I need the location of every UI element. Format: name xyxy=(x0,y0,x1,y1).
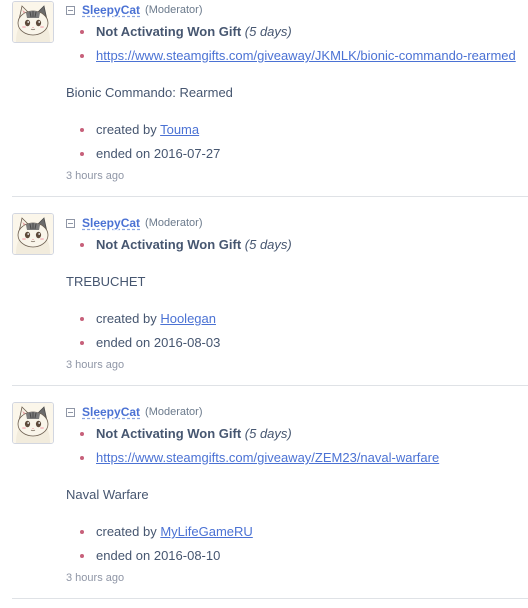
user-role: (Moderator) xyxy=(145,4,203,16)
username-link[interactable]: SleepyCat xyxy=(82,216,140,230)
timestamp[interactable]: 3 hours ago xyxy=(66,170,124,182)
bullet-dot-icon xyxy=(80,432,84,436)
user-role: (Moderator) xyxy=(145,217,203,229)
cat-avatar[interactable] xyxy=(12,402,54,444)
bullet-dot-icon xyxy=(80,554,84,558)
divider xyxy=(12,598,528,599)
divider xyxy=(12,385,528,386)
list-item: created by Touma xyxy=(80,118,220,142)
list-item: created by Hoolegan xyxy=(80,307,220,331)
details-list: created by Touma ended on 2016-07-27 xyxy=(80,118,220,166)
list-item: Not Activating Won Gift (5 days) xyxy=(80,20,516,44)
giveaway-link[interactable]: https://www.steamgifts.com/giveaway/ZEM2… xyxy=(96,450,439,465)
user-role: (Moderator) xyxy=(145,406,203,418)
cat-avatar[interactable] xyxy=(12,1,54,43)
reason-list: Not Activating Won Gift (5 days) xyxy=(80,233,292,257)
suspension-reason: Not Activating Won Gift xyxy=(96,24,242,39)
collapse-minus-icon[interactable] xyxy=(66,6,75,15)
bullet-dot-icon xyxy=(80,456,84,460)
details-list: created by MyLifeGameRU ended on 2016-08… xyxy=(80,520,253,568)
created-by-label: created by xyxy=(96,122,157,137)
game-title: Naval Warfare xyxy=(66,487,149,502)
suspension-length: (5 days) xyxy=(244,24,292,39)
username-link[interactable]: SleepyCat xyxy=(82,405,140,419)
collapse-minus-icon[interactable] xyxy=(66,408,75,417)
created-by-label: created by xyxy=(96,311,157,326)
game-title: Bionic Commando: Rearmed xyxy=(66,85,233,100)
ended-date: ended on 2016-08-03 xyxy=(96,335,221,350)
creator-link[interactable]: MyLifeGameRU xyxy=(160,524,252,539)
ended-date: ended on 2016-07-27 xyxy=(96,146,221,161)
bullet-dot-icon xyxy=(80,341,84,345)
suspension-reason: Not Activating Won Gift xyxy=(96,426,242,441)
suspension-length: (5 days) xyxy=(244,237,292,252)
comment-header: SleepyCat (Moderator) xyxy=(66,215,203,231)
bullet-dot-icon xyxy=(80,530,84,534)
bullet-dot-icon xyxy=(80,128,84,132)
list-item: created by MyLifeGameRU xyxy=(80,520,253,544)
collapse-minus-icon[interactable] xyxy=(66,219,75,228)
creator-link[interactable]: Hoolegan xyxy=(160,311,216,326)
bullet-dot-icon xyxy=(80,243,84,247)
reason-list: Not Activating Won Gift (5 days) https:/… xyxy=(80,20,516,68)
list-item: https://www.steamgifts.com/giveaway/JKML… xyxy=(80,44,516,68)
list-item: Not Activating Won Gift (5 days) xyxy=(80,422,439,446)
comment-header: SleepyCat (Moderator) xyxy=(66,404,203,420)
list-item: ended on 2016-08-10 xyxy=(80,544,253,568)
divider xyxy=(12,196,528,197)
suspension-length: (5 days) xyxy=(244,426,292,441)
list-item: https://www.steamgifts.com/giveaway/ZEM2… xyxy=(80,446,439,470)
game-title: TREBUCHET xyxy=(66,274,146,289)
creator-link[interactable]: Touma xyxy=(160,122,199,137)
cat-avatar[interactable] xyxy=(12,213,54,255)
bullet-dot-icon xyxy=(80,152,84,156)
details-list: created by Hoolegan ended on 2016-08-03 xyxy=(80,307,220,355)
bullet-dot-icon xyxy=(80,317,84,321)
timestamp[interactable]: 3 hours ago xyxy=(66,572,124,584)
bullet-dot-icon xyxy=(80,30,84,34)
comment-header: SleepyCat (Moderator) xyxy=(66,2,203,18)
timestamp[interactable]: 3 hours ago xyxy=(66,359,124,371)
username-link[interactable]: SleepyCat xyxy=(82,3,140,17)
list-item: Not Activating Won Gift (5 days) xyxy=(80,233,292,257)
ended-date: ended on 2016-08-10 xyxy=(96,548,221,563)
bullet-dot-icon xyxy=(80,54,84,58)
suspension-reason: Not Activating Won Gift xyxy=(96,237,242,252)
reason-list: Not Activating Won Gift (5 days) https:/… xyxy=(80,422,439,470)
list-item: ended on 2016-07-27 xyxy=(80,142,220,166)
giveaway-link[interactable]: https://www.steamgifts.com/giveaway/JKML… xyxy=(96,48,516,63)
created-by-label: created by xyxy=(96,524,157,539)
list-item: ended on 2016-08-03 xyxy=(80,331,220,355)
